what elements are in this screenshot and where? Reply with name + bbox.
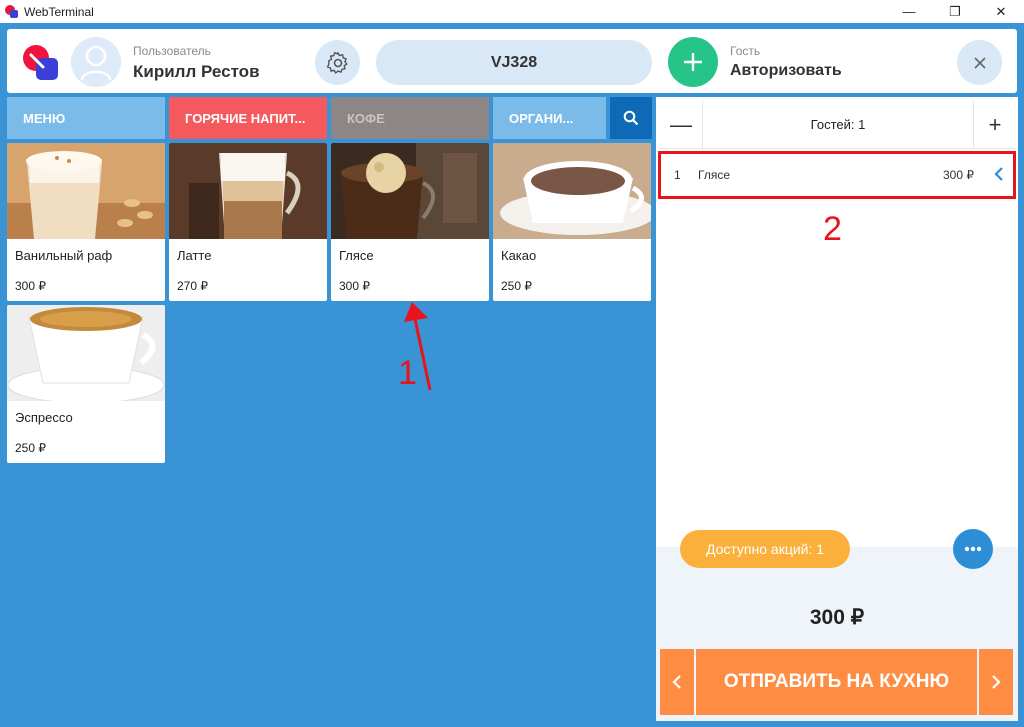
order-panel: — Гостей: 1 + 1 Глясе 300 ₽ Доступно акц… — [656, 97, 1018, 721]
search-icon — [623, 110, 639, 126]
close-icon — [973, 56, 986, 69]
product-price: 300 ₽ — [15, 279, 46, 293]
minimize-button[interactable]: — — [886, 0, 932, 23]
send-prev-button[interactable] — [660, 649, 694, 715]
product-card-vanilla-raf[interactable]: Ванильный раф 300 ₽ — [7, 143, 165, 301]
authorize-guest-link[interactable]: Авторизовать — [730, 62, 842, 80]
product-card-glace[interactable]: Глясе 300 ₽ — [331, 143, 489, 301]
tab-organic[interactable]: ОРГАНИ... — [493, 97, 606, 139]
cocoa-image — [493, 143, 651, 239]
guest-caption: Гость — [730, 44, 761, 58]
product-card-latte[interactable]: Латте 270 ₽ — [169, 143, 327, 301]
product-card-espresso[interactable]: Эспрессо 250 ₽ — [7, 305, 165, 463]
more-options-button[interactable] — [953, 529, 993, 569]
close-order-button[interactable] — [957, 40, 1002, 85]
maximize-button[interactable]: ❐ — [932, 0, 978, 23]
window-close-button[interactable]: ✕ — [978, 0, 1024, 23]
user-icon — [80, 45, 112, 81]
guest-increment-button[interactable]: + — [973, 101, 1016, 149]
vanilla-raf-image — [7, 143, 165, 239]
guests-bar: — Гостей: 1 + — [660, 101, 1016, 149]
plus-icon — [684, 53, 702, 71]
app-icon — [5, 5, 18, 18]
chevron-left-icon — [672, 675, 681, 689]
product-name: Латте — [177, 248, 212, 263]
espresso-image — [7, 305, 165, 401]
chevron-right-icon — [992, 675, 1001, 689]
order-code-field[interactable]: VJ328 — [376, 40, 652, 85]
search-button[interactable] — [610, 97, 652, 139]
product-name: Глясе — [339, 248, 374, 263]
order-total: 300 ₽ — [809, 606, 865, 629]
product-name: Эспрессо — [15, 410, 73, 425]
line-price: 300 ₽ — [943, 168, 974, 182]
product-price: 250 ₽ — [501, 279, 532, 293]
product-price: 270 ₽ — [177, 279, 208, 293]
product-name: Ванильный раф — [15, 248, 113, 263]
tab-hot-drinks[interactable]: ГОРЯЧИЕ НАПИТ... — [169, 97, 327, 139]
line-quantity: 1 — [674, 168, 681, 182]
glace-image — [331, 143, 489, 239]
add-guest-button[interactable] — [668, 37, 718, 87]
product-price: 300 ₽ — [339, 279, 370, 293]
ellipsis-icon — [964, 546, 982, 552]
product-name: Какао — [501, 248, 537, 263]
settings-button[interactable] — [315, 40, 360, 85]
tab-menu[interactable]: МЕНЮ — [7, 97, 165, 139]
annotation-marker-1: 1 — [398, 354, 417, 392]
top-header: Пользователь Кирилл Рестов VJ328 Гость А… — [7, 29, 1017, 93]
logo-icon — [23, 45, 58, 80]
product-price: 250 ₽ — [15, 441, 46, 455]
user-avatar[interactable] — [71, 37, 121, 87]
gear-icon — [326, 51, 348, 74]
line-name: Глясе — [698, 168, 730, 182]
window-titlebar: WebTerminal — ❐ ✕ — [0, 0, 1024, 23]
guest-decrement-button[interactable]: — — [660, 101, 703, 149]
guest-count: Гостей: 1 — [810, 117, 866, 132]
product-card-cocoa[interactable]: Какао 250 ₽ — [493, 143, 651, 301]
user-caption: Пользователь — [133, 44, 211, 58]
annotation-marker-2: 2 — [823, 210, 842, 248]
chevron-left-icon[interactable] — [994, 166, 1004, 182]
tab-coffee[interactable]: КОФЕ — [331, 97, 489, 139]
user-name: Кирилл Рестов — [133, 62, 260, 81]
send-to-kitchen-button[interactable]: ОТПРАВИТЬ НА КУХНЮ — [696, 649, 977, 715]
order-line-item[interactable]: 1 Глясе 300 ₽ — [658, 151, 1016, 199]
send-next-button[interactable] — [979, 649, 1013, 715]
window-title: WebTerminal — [24, 5, 94, 19]
latte-image — [169, 143, 327, 239]
promotions-badge[interactable]: Доступно акций: 1 — [680, 530, 850, 568]
